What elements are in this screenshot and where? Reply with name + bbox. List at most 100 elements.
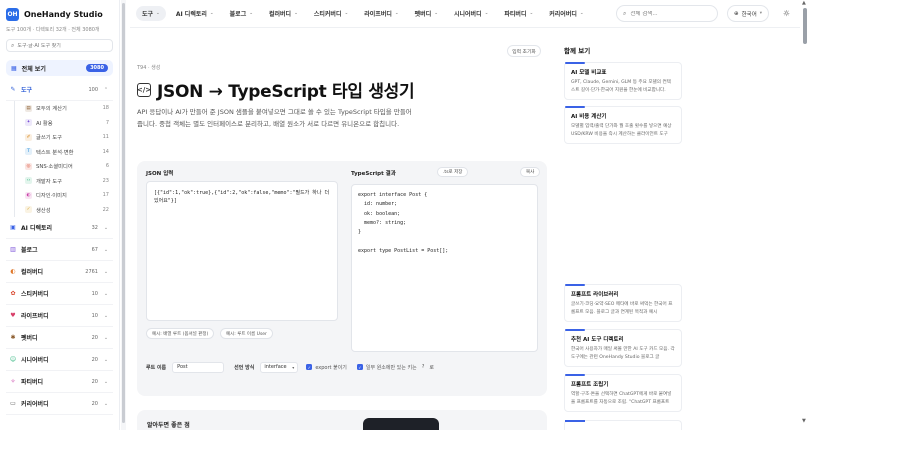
copy-button[interactable]: 복사 [520, 167, 541, 177]
blog-icon: ▥ [10, 246, 16, 253]
page-scroll-thumb[interactable] [803, 8, 807, 44]
scroll-down-icon[interactable]: ▼ [802, 418, 806, 424]
sidebar-category[interactable]: ▥ 블로그 67 ⌄ [6, 239, 113, 261]
chevron-down-icon[interactable]: ⌄ [102, 225, 110, 231]
save-ts-button[interactable]: .ts로 저장 [437, 167, 469, 177]
sidebar-category[interactable]: ✧ 파티버디 20 ⌄ [6, 371, 113, 393]
nav-item[interactable]: AI 디렉토리 ⌄ [170, 6, 220, 21]
related-card-title: 프롬프트 라이브러리 [571, 292, 619, 298]
nav-item-label: 파티버디 [504, 11, 527, 18]
json-input-textarea[interactable]: [{"id":1,"ok":true},{"id":2,"ok":false,"… [146, 181, 338, 321]
global-search-input[interactable] [630, 10, 711, 17]
nav-item[interactable]: 스티커버디 ⌄ [308, 6, 354, 21]
nav-item[interactable]: 블로그 ⌄ [224, 6, 259, 21]
related-card-title: 추천 AI 도구 디렉토리 [571, 337, 624, 343]
chevron-down-icon[interactable]: ⌄ [102, 291, 110, 297]
root-name-input[interactable]: Post [172, 361, 225, 373]
share-icon: ◎ [25, 162, 32, 170]
sidebar-search-input[interactable] [17, 42, 108, 49]
nav-item[interactable]: 시니어버디 ⌄ [448, 6, 494, 21]
related-card[interactable]: 프롬프트 조립기 역할·구조·톤을 선택하면 ChatGPT에게 바로 붙여넣을 … [564, 374, 682, 412]
nav-item[interactable]: 펫버디 ⌄ [409, 6, 444, 21]
card-accent [565, 106, 585, 108]
chevron-down-icon[interactable]: ⌄ [102, 357, 110, 363]
paw-icon: ✱ [10, 334, 16, 341]
all-view-count: 3080 [86, 64, 108, 72]
sidebar-category-count: 20 [91, 334, 98, 341]
sidebar-subcategory[interactable]: ✦ AI 활용 7 [25, 116, 113, 131]
related-card[interactable]: 추천 AI 도구 디렉토리 한국어 사용자가 매일 써볼 만한 AI 도구 카드 … [564, 329, 682, 367]
chevron-down-icon[interactable]: ⌄ [102, 379, 110, 385]
chevron-down-icon[interactable]: ⌄ [102, 401, 110, 407]
nav-item[interactable]: 컬러버디 ⌄ [263, 6, 304, 21]
sidebar-scroll-thumb[interactable] [122, 3, 125, 423]
sidebar-category-count: 100 [88, 86, 98, 93]
chevron-down-icon: ⌄ [434, 11, 438, 16]
main-content: 입력 초기화 T94 · 생성 </> JSON → TypeScript 타입… [130, 28, 550, 430]
robot-icon: ▣ [10, 224, 16, 231]
chevron-down-icon[interactable]: ⌄ [102, 313, 110, 319]
nav-item[interactable]: 라이프버디 ⌄ [358, 6, 404, 21]
sidebar-category[interactable]: ☺ 시니어버디 20 ⌄ [6, 349, 113, 371]
scroll-up-icon[interactable]: ▲ [802, 0, 806, 6]
sidebar-category[interactable]: ✿ 스티커버디 10 ⌄ [6, 283, 113, 305]
export-checkbox[interactable]: ✓ [306, 364, 313, 370]
sidebar-subcategory[interactable]: ‹› 개발자 도구 23 [25, 174, 113, 189]
search-icon: ⌕ [623, 9, 627, 17]
sidebar-subcategory[interactable]: T 텍스트 분석·변환 14 [25, 145, 113, 160]
sidebar-scrollbar[interactable] [121, 0, 126, 430]
sidebar-subcategory[interactable]: ◐ 디자인·이미지 17 [25, 188, 113, 203]
sidebar-category[interactable]: ✱ 펫버디 20 ⌄ [6, 327, 113, 349]
sidebar-category[interactable]: ◐ 컬러버디 2761 ⌄ [6, 261, 113, 283]
related-card[interactable]: AI 비용 계산기 모델별 입력/출력 단가와 월 호출 횟수를 넣으면 예상 U… [564, 106, 682, 144]
sidebar-category[interactable]: ▣ AI 디렉토리 32 ⌄ [6, 217, 113, 239]
optional-checkbox[interactable]: ✓ [356, 364, 363, 370]
wrench-icon: ✎ [10, 86, 16, 93]
sidebar-subcategory[interactable]: ◎ SNS·소셜미디어 6 [25, 159, 113, 174]
related-card[interactable]: 프롬프트 라이브러리글쓰기·코딩·요약·SEO 메타에 바로 써먹는 한국어 프… [564, 284, 682, 322]
nav-item-label: 컬러버디 [269, 11, 292, 18]
related-card[interactable]: AI 모델 비교표 GPT, Claude, Gemini, GLM 등 주요 모… [564, 62, 682, 100]
nav-item[interactable]: 파티버디 ⌄ [498, 6, 539, 21]
brand-logo[interactable]: OH OneHandy Studio [6, 6, 113, 22]
language-button[interactable]: ⊕ 한국어 ▾ [727, 5, 769, 22]
sidebar-subcategory-label: 글쓰기 도구 [36, 135, 63, 142]
chevron-down-icon[interactable]: ⌄ [102, 247, 110, 253]
all-view-label: 전체 보기 [21, 65, 46, 73]
sidebar-category-label: 도구 [21, 87, 33, 94]
chevron-down-icon[interactable]: ⌄ [102, 335, 110, 341]
sidebar-category-count: 67 [91, 246, 98, 253]
related-card-desc: 글쓰기·코딩·요약·SEO 메타에 바로 써먹는 한국어 프롬프트 모음. 블로… [571, 302, 673, 315]
sidebar-category-label: 시니어버디 [21, 357, 49, 364]
related-card-partial[interactable] [564, 420, 682, 430]
sidebar-category[interactable]: ♥ 라이프버디 10 ⌄ [6, 305, 113, 327]
palette-icon: ◐ [10, 268, 16, 275]
sidebar-category[interactable]: ▭ 커리어버디 20 ⌄ [6, 393, 113, 415]
sidebar-subcategory-label: 디자인·이미지 [36, 193, 67, 200]
nav-item-label: 펫버디 [414, 11, 432, 18]
page-scrollbar[interactable]: ▲ ▼ [801, 0, 809, 430]
reset-input-button[interactable]: 입력 초기화 [507, 45, 541, 57]
related-title: 함께 보기 [564, 47, 591, 55]
sidebar-search[interactable]: ⌕ [6, 39, 113, 52]
nav-item[interactable]: 커리어버디 ⌄ [543, 6, 589, 21]
sidebar-subcategory[interactable]: ✐ 글쓰기 도구 11 [25, 130, 113, 145]
sidebar-category[interactable]: ✎ 도구 100 ⌃ [6, 79, 113, 101]
sidebar-subcategory-count: 11 [102, 134, 109, 141]
example-array-root-button[interactable]: 예시: 배열 루트 (옵셔널 판정) [146, 328, 215, 339]
chevron-down-icon: ⌄ [209, 11, 214, 16]
example-user-root-button[interactable]: 예시: 루트 이름 User [220, 328, 273, 339]
sidebar-category-label: 블로그 [21, 247, 38, 254]
sidebar-all-view[interactable]: ▦ 전체 보기 3080 [6, 60, 113, 76]
sidebar-subcategory[interactable]: ✓ 생산성 22 [25, 203, 113, 218]
page-description: API 응답이나 AI가 만들어 준 JSON 샘플을 붙여넣으면 그대로 쓸 … [137, 108, 412, 128]
sidebar-subcategory[interactable]: ▤ 모두의 계산기 18 [25, 101, 113, 116]
theme-toggle-button[interactable]: ☼ [778, 5, 795, 22]
nav-item[interactable]: 도구 ⌄ [136, 6, 166, 21]
chevron-down-icon[interactable]: ⌄ [102, 269, 110, 275]
global-search[interactable]: ⌕ [616, 5, 718, 22]
sidebar-subcategory-count: 14 [102, 148, 109, 155]
declaration-select[interactable]: interface ▾ [260, 361, 299, 373]
optional-label: 일부 원소에만 있는 키는 [365, 364, 417, 371]
chevron-up-icon[interactable]: ⌃ [102, 87, 110, 93]
